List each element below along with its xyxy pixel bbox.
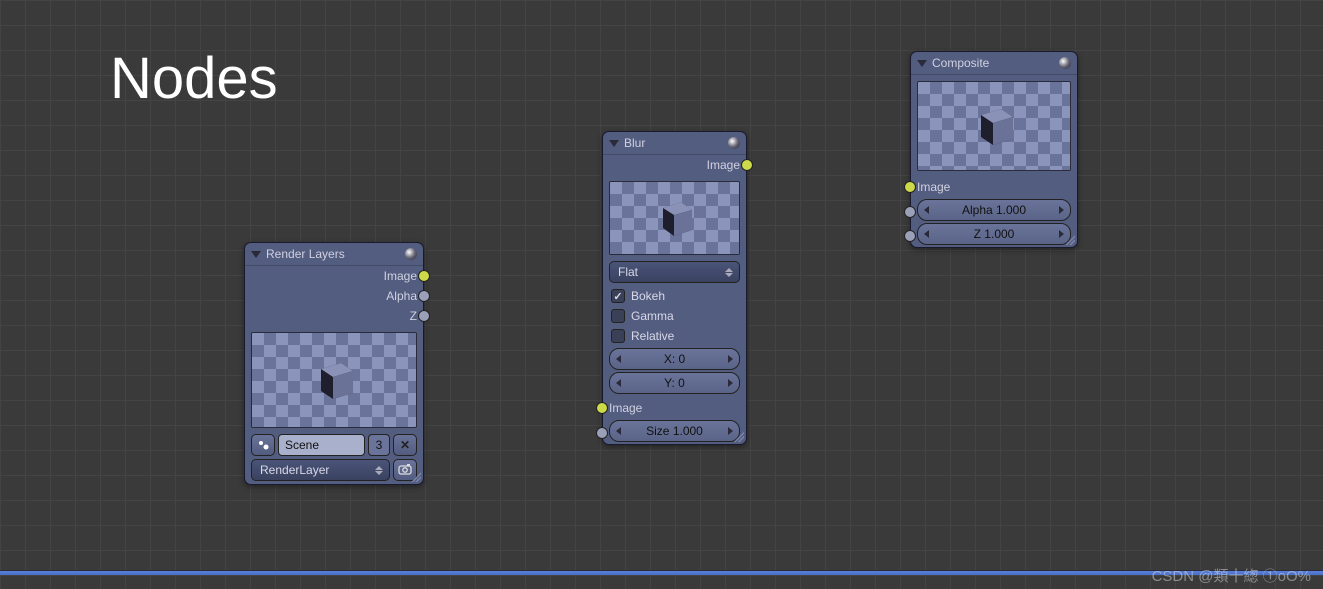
node-header[interactable]: Blur [603,132,746,155]
checkbox-icon [611,289,625,303]
chevron-left-icon[interactable] [616,379,621,387]
chevron-left-icon[interactable] [616,355,621,363]
socket-icon[interactable] [418,310,430,322]
socket-icon[interactable] [904,230,916,242]
preview-toggle-icon[interactable] [728,137,740,149]
scene-selector-row: Scene 3 ✕ [251,434,417,456]
output-z[interactable]: Z [245,306,423,326]
input-image[interactable]: Image [911,177,1077,197]
resize-handle[interactable] [1065,235,1075,245]
preview-toggle-icon[interactable] [1059,57,1071,69]
resize-handle[interactable] [411,472,421,482]
collapse-icon[interactable] [609,140,619,147]
bokeh-checkbox[interactable]: Bokeh [603,286,746,306]
cube-icon [971,103,1017,149]
node-header[interactable]: Render Layers [245,243,423,266]
scene-remove-button[interactable]: ✕ [393,434,417,456]
filter-type-dropdown[interactable]: Flat [609,261,740,283]
chevron-right-icon[interactable] [1059,206,1064,214]
alpha-field[interactable]: Alpha 1.000 [917,199,1071,221]
scene-users-count[interactable]: 3 [368,434,390,456]
cube-icon [311,357,357,403]
chevron-right-icon[interactable] [1059,230,1064,238]
node-preview [917,81,1071,171]
render-layer-dropdown[interactable]: RenderLayer [251,459,390,481]
collapse-icon[interactable] [917,60,927,67]
x-field[interactable]: X: 0 [609,348,740,370]
z-field[interactable]: Z 1.000 [917,223,1071,245]
node-blur[interactable]: Blur Image Flat Bokeh Gamma Relative X: … [602,131,747,445]
socket-icon[interactable] [418,270,430,282]
timeline-bar[interactable] [0,570,1323,575]
output-alpha[interactable]: Alpha [245,286,423,306]
scene-browse-button[interactable] [251,434,275,456]
chevron-right-icon[interactable] [728,355,733,363]
resize-handle[interactable] [734,432,744,442]
preview-toggle-icon[interactable] [405,248,417,260]
node-composite[interactable]: Composite Image Alpha 1.000 Z 1.000 [910,51,1078,248]
socket-icon[interactable] [418,290,430,302]
node-render-layers[interactable]: Render Layers Image Alpha Z Scene 3 ✕ Re… [244,242,424,485]
node-header[interactable]: Composite [911,52,1077,75]
socket-icon[interactable] [596,427,608,439]
output-image[interactable]: Image [603,155,746,175]
socket-icon[interactable] [741,159,753,171]
relative-checkbox[interactable]: Relative [603,326,746,346]
watermark: CSDN @類十緫 ①oO% [1152,565,1311,586]
node-preview [251,332,417,428]
checkbox-icon [611,309,625,323]
socket-icon[interactable] [904,206,916,218]
socket-icon[interactable] [904,181,916,193]
chevron-left-icon[interactable] [924,206,929,214]
node-title: Blur [624,136,728,150]
y-field[interactable]: Y: 0 [609,372,740,394]
scene-input[interactable]: Scene [278,434,365,456]
node-preview [609,181,740,255]
output-image[interactable]: Image [245,266,423,286]
chevron-right-icon[interactable] [728,427,733,435]
chevron-right-icon[interactable] [728,379,733,387]
input-image[interactable]: Image [603,398,746,418]
node-title: Render Layers [266,247,405,261]
node-title: Composite [932,56,1059,70]
layer-selector-row: RenderLayer [251,459,417,481]
size-field[interactable]: Size 1.000 [609,420,740,442]
page-title: Nodes [110,45,278,112]
collapse-icon[interactable] [251,251,261,258]
socket-icon[interactable] [596,402,608,414]
chevron-left-icon[interactable] [616,427,621,435]
chevron-left-icon[interactable] [924,230,929,238]
cube-icon [654,197,696,239]
gamma-checkbox[interactable]: Gamma [603,306,746,326]
checkbox-icon [611,329,625,343]
